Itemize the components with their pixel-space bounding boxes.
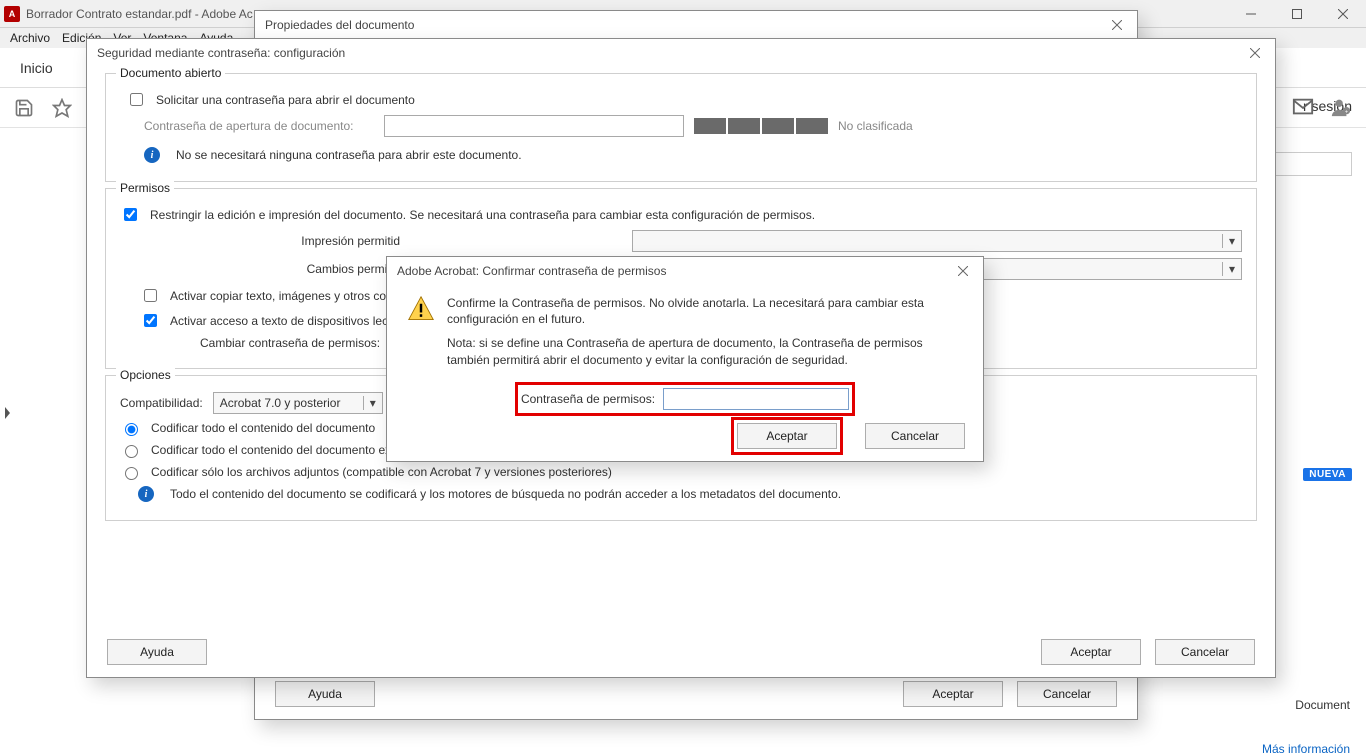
- open-info-text: No se necesitará ninguna contraseña para…: [176, 148, 522, 162]
- perm-password-label: Contraseña de permisos:: [521, 392, 655, 406]
- cancel-button[interactable]: Cancelar: [865, 423, 965, 449]
- changes-allowed-label: Cambios permitid: [260, 262, 400, 276]
- enable-screenreader-checkbox[interactable]: [144, 314, 157, 327]
- password-rating: No clasificada: [838, 119, 913, 133]
- confirm-text-1: Confirme la Contraseña de permisos. No o…: [447, 295, 963, 327]
- chevron-down-icon: ▾: [1222, 234, 1235, 248]
- help-button[interactable]: Ayuda: [107, 639, 207, 665]
- enable-copy-checkbox[interactable]: [144, 289, 157, 302]
- close-button[interactable]: [1320, 0, 1366, 28]
- legend: Opciones: [116, 368, 175, 382]
- enable-copy-label: Activar copiar texto, imágenes y otros c…: [170, 289, 393, 303]
- enable-screenreader-label: Activar acceso a texto de dispositivos l…: [170, 314, 398, 328]
- accept-button[interactable]: Aceptar: [1041, 639, 1141, 665]
- encrypt-all-label: Codificar todo el contenido del document…: [151, 421, 375, 435]
- printing-allowed-label: Impresión permitid: [260, 234, 400, 248]
- left-panel-toggle[interactable]: [0, 398, 14, 428]
- dialog-confirm-password: Adobe Acrobat: Confirmar contraseña de p…: [386, 256, 984, 462]
- right-panel: NUEVA: [1303, 468, 1352, 481]
- svg-text:+: +: [1345, 109, 1348, 115]
- encrypt-attachments-radio[interactable]: [125, 467, 138, 480]
- require-open-password-checkbox[interactable]: [130, 93, 143, 106]
- require-open-password-label: Solicitar una contraseña para abrir el d…: [156, 93, 415, 107]
- password-strength-meter: [694, 118, 828, 134]
- add-user-icon[interactable]: +: [1330, 96, 1352, 118]
- close-icon[interactable]: [1103, 14, 1131, 36]
- info-icon: i: [144, 147, 160, 163]
- accept-button[interactable]: Aceptar: [903, 681, 1003, 707]
- open-password-label: Contraseña de apertura de documento:: [144, 119, 374, 133]
- info-icon: i: [138, 486, 154, 502]
- encrypt-attachments-label: Codificar sólo los archivos adjuntos (co…: [151, 465, 612, 479]
- chevron-down-icon: ▾: [363, 396, 376, 410]
- cancel-button[interactable]: Cancelar: [1017, 681, 1117, 707]
- confirm-text-2: Nota: si se define una Contraseña de ape…: [447, 335, 963, 367]
- compat-value: Acrobat 7.0 y posterior: [220, 396, 341, 410]
- highlight-password-row: Contraseña de permisos:: [515, 382, 855, 416]
- window-title: Borrador Contrato estandar.pdf - Adobe A…: [26, 7, 253, 21]
- group-document-open: Documento abierto Solicitar una contrase…: [105, 73, 1257, 182]
- app-icon: A: [4, 6, 20, 22]
- more-info-link[interactable]: Más información: [1262, 742, 1350, 756]
- minimize-button[interactable]: [1228, 0, 1274, 28]
- close-icon[interactable]: [949, 260, 977, 282]
- compat-label: Compatibilidad:: [120, 396, 203, 410]
- dialog-title: Adobe Acrobat: Confirmar contraseña de p…: [397, 264, 666, 278]
- compat-select[interactable]: Acrobat 7.0 y posterior ▾: [213, 392, 383, 414]
- chevron-down-icon: ▾: [1222, 262, 1235, 276]
- dialog-title: Seguridad mediante contraseña: configura…: [97, 46, 345, 60]
- highlight-accept: Aceptar: [731, 417, 843, 455]
- right-doc-label: Document: [1295, 698, 1350, 712]
- menu-archivo[interactable]: Archivo: [6, 31, 54, 45]
- printing-allowed-select[interactable]: ▾: [632, 230, 1242, 252]
- new-badge: NUEVA: [1303, 468, 1352, 481]
- open-password-input[interactable]: [384, 115, 684, 137]
- mail-icon[interactable]: [1292, 96, 1314, 118]
- cancel-button[interactable]: Cancelar: [1155, 639, 1255, 665]
- legend: Documento abierto: [116, 66, 225, 80]
- warning-icon: [407, 295, 435, 323]
- restrict-editing-checkbox[interactable]: [124, 208, 137, 221]
- legend: Permisos: [116, 181, 174, 195]
- options-info-text: Todo el contenido del documento se codif…: [170, 487, 841, 501]
- encrypt-all-radio[interactable]: [125, 423, 138, 436]
- dialog-title: Propiedades del documento: [265, 18, 414, 32]
- change-perm-password-label: Cambiar contraseña de permisos:: [200, 336, 410, 350]
- close-icon[interactable]: [1241, 42, 1269, 64]
- restrict-editing-label: Restringir la edición e impresión del do…: [150, 208, 815, 222]
- save-icon[interactable]: [14, 98, 34, 118]
- encrypt-except-meta-radio[interactable]: [125, 445, 138, 458]
- accept-button[interactable]: Aceptar: [737, 423, 837, 449]
- star-icon[interactable]: [52, 98, 72, 118]
- perm-password-input[interactable]: [663, 388, 849, 410]
- home-tab[interactable]: Inicio: [0, 60, 73, 76]
- help-button[interactable]: Ayuda: [275, 681, 375, 707]
- maximize-button[interactable]: [1274, 0, 1320, 28]
